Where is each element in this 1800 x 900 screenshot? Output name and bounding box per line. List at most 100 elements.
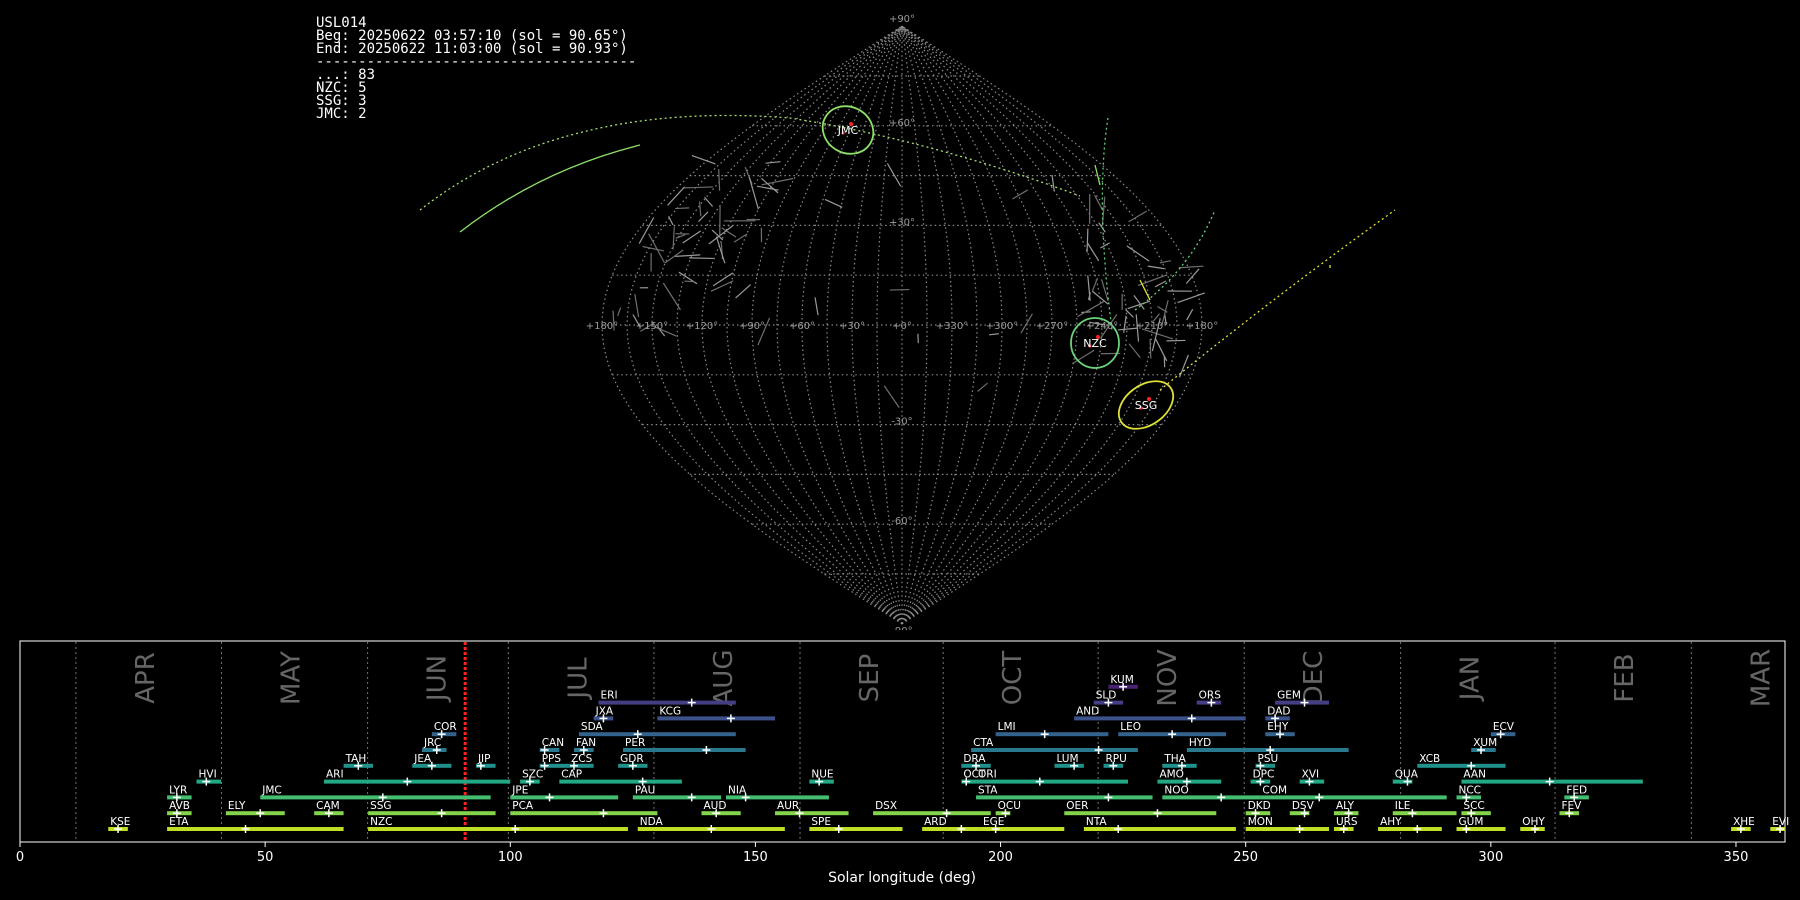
shower-dad: DAD — [1265, 705, 1290, 723]
shower-label: EVI — [1772, 816, 1789, 828]
shower-leo: LEO — [1118, 721, 1227, 739]
shower-label: DAD — [1267, 705, 1290, 717]
shower-per: PER — [623, 737, 746, 754]
month-label: FEB — [1610, 653, 1640, 702]
shower-label: XHE — [1733, 816, 1755, 828]
shower-label: SZC — [522, 769, 543, 781]
shower-qua: QUA — [1392, 769, 1419, 786]
shower-label: MON — [1248, 816, 1273, 828]
shower-ehy: EHY — [1265, 721, 1295, 739]
shower-amo: AMO — [1157, 769, 1222, 786]
shower-label: ORI — [978, 769, 997, 781]
shower-nda: NDA — [637, 816, 785, 833]
shower-label: AUR — [777, 800, 799, 812]
shower-label: HYD — [1189, 737, 1211, 749]
shower-ori: ORI — [976, 769, 1129, 786]
shower-label: CAM — [316, 800, 340, 812]
x-tick-label: 300 — [1478, 850, 1503, 865]
shower-label: ILE — [1395, 800, 1411, 812]
shower-ncc: NCC — [1456, 784, 1481, 802]
shower-aan: AAN — [1461, 769, 1643, 786]
shower-kse: KSE — [108, 816, 130, 833]
x-tick-label: 0 — [16, 850, 24, 865]
shower-label: JEA — [413, 753, 432, 765]
shower-label: SLD — [1096, 690, 1117, 702]
shower-label: JXA — [595, 705, 614, 717]
x-tick-label: 200 — [988, 850, 1013, 865]
shower-ahy: AHY — [1378, 816, 1442, 833]
shower-tah: TAH — [343, 753, 373, 770]
shower-bar — [260, 795, 491, 800]
shower-fan: FAN — [574, 737, 596, 754]
shower-label: PER — [625, 737, 645, 749]
shower-label: AUD — [703, 800, 726, 812]
shower-label: LMI — [998, 721, 1016, 733]
shower-label: XUM — [1473, 737, 1497, 749]
shower-ege: EGE — [980, 816, 1065, 833]
shower-bar — [976, 795, 1153, 800]
shower-gum: GUM — [1456, 816, 1506, 833]
shower-label: OHY — [1522, 816, 1545, 828]
month-labels: APR MAY JUN JUL AUG SEP OCT NOV DEC JAN FEB MAR — [131, 649, 1776, 707]
shower-nta: NTA — [1083, 816, 1236, 833]
shower-label: LYR — [169, 784, 187, 796]
shower-ors: ORS — [1196, 690, 1221, 707]
shower-label: ARD — [924, 816, 947, 828]
shower-xvi: XVI — [1299, 769, 1325, 786]
shower-label: AMO — [1159, 769, 1184, 781]
shower-pca: PCA — [510, 800, 658, 818]
shower-label: COM — [1262, 784, 1287, 796]
shower-label: XVI — [1302, 769, 1319, 781]
shower-label: ELY — [228, 800, 246, 812]
month-label: OCT — [998, 651, 1028, 706]
shower-label: ECV — [1493, 721, 1515, 733]
shower-label: NIA — [728, 784, 747, 796]
shower-label: THA — [1163, 753, 1186, 765]
shower-bars: KUM ERI SLD ORS GEM JXA KCG AND DAD COR SDA LMI LEO E… — [108, 674, 1789, 833]
shower-ecv: ECV — [1490, 721, 1516, 739]
shower-nzc: NZC — [368, 816, 628, 833]
shower-oer: OER — [1064, 800, 1217, 818]
shower-com: COM — [1260, 784, 1447, 802]
shower-ile: ILE — [1392, 800, 1457, 818]
shower-aud: AUD — [701, 800, 741, 818]
shower-label: HVI — [199, 769, 217, 781]
shower-urs: URS — [1333, 816, 1358, 833]
shower-label: TAH — [345, 753, 367, 765]
shower-fev: FEV — [1559, 800, 1582, 818]
shower-jxa: JXA — [593, 705, 614, 723]
shower-lmi: LMI — [995, 721, 1109, 739]
shower-label: ZCS — [571, 753, 593, 765]
month-label: MAY — [277, 651, 307, 705]
shower-hyd: HYD — [1186, 737, 1349, 754]
shower-jea: JEA — [412, 753, 452, 770]
x-tick-label: 250 — [1233, 850, 1258, 865]
shower-cap: CAP — [559, 769, 682, 786]
shower-label: RPU — [1106, 753, 1127, 765]
x-tick-label: 100 — [498, 850, 523, 865]
shower-sld: SLD — [1093, 690, 1124, 707]
shower-label: JPE — [511, 784, 528, 796]
shower-bar — [1260, 795, 1447, 800]
x-tick-label: 50 — [257, 850, 274, 865]
shower-cor: COR — [431, 721, 457, 739]
shower-xhe: XHE — [1731, 816, 1755, 833]
x-axis: 0 50 100 150 200 250 300 350 — [16, 842, 1748, 865]
month-label: MAR — [1746, 649, 1776, 707]
shower-noo: NOO — [1162, 784, 1261, 802]
month-label: DEC — [1299, 651, 1329, 706]
shower-label: SSG — [370, 800, 391, 812]
shower-ely: ELY — [225, 800, 285, 818]
shower-jpe: JPE — [510, 784, 619, 802]
shower-dpc: DPC — [1250, 769, 1274, 786]
shower-label: CAP — [561, 769, 582, 781]
month-label: APR — [131, 652, 161, 704]
shower-label: NZC — [370, 816, 392, 828]
shower-psu: PSU — [1255, 753, 1278, 770]
shower-jip: JIP — [475, 753, 496, 770]
shower-bar — [598, 700, 736, 705]
shower-ocu: OCU — [995, 800, 1021, 818]
shower-gdr: GDR — [618, 753, 648, 770]
shower-dsx: DSX — [873, 800, 991, 818]
shower-rpu: RPU — [1103, 753, 1127, 770]
